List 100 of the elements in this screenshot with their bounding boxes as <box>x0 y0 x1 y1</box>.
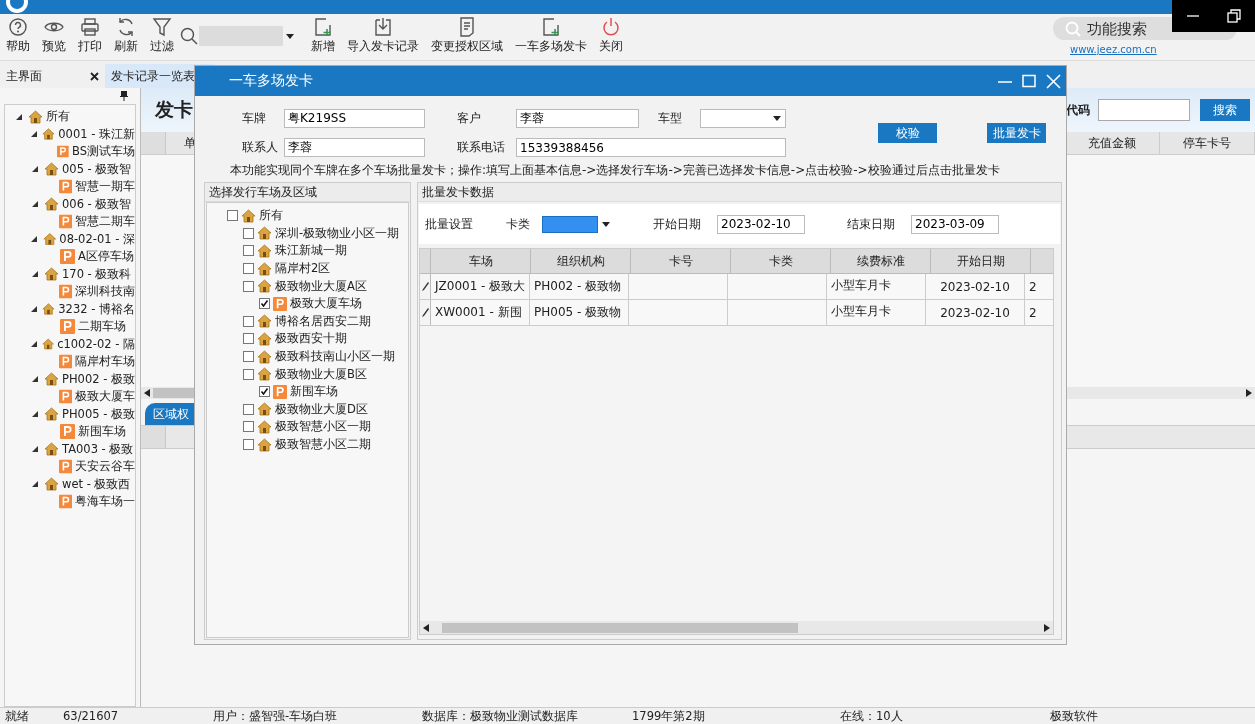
tree-item[interactable]: TA003 - 极致 <box>62 441 134 457</box>
scrollbar-thumb[interactable] <box>442 622 798 633</box>
tree-item[interactable]: 二期车场 <box>78 319 126 335</box>
scroll-right-icon[interactable] <box>1246 389 1252 397</box>
tree-item[interactable]: 深圳科技南 <box>75 284 135 300</box>
expanded-arrow-icon[interactable] <box>32 376 38 383</box>
expanded-arrow-icon[interactable] <box>31 306 38 313</box>
checkbox[interactable] <box>243 280 254 292</box>
tree-item[interactable]: 智慧二期车 <box>75 214 135 230</box>
close-icon[interactable] <box>90 71 99 81</box>
column-header[interactable]: 卡类 <box>731 249 831 273</box>
tree-item[interactable]: 极致物业大厦A区 <box>275 278 367 294</box>
tree-item[interactable]: A区停车场 <box>78 249 134 265</box>
expanded-arrow-icon[interactable] <box>16 113 22 120</box>
scroll-right-icon[interactable] <box>1044 623 1050 632</box>
tree-item[interactable]: 006 - 极致智 <box>62 196 132 212</box>
expanded-arrow-icon[interactable] <box>32 481 38 488</box>
tree-item[interactable]: 170 - 极致科 <box>62 266 132 282</box>
tree-item[interactable]: 博裕名居西安二期 <box>275 313 371 329</box>
tree-item[interactable]: BS测试车场 <box>72 144 135 160</box>
tree-item[interactable]: 新围车场 <box>290 384 338 400</box>
start-date-field[interactable]: 2023-02-10 <box>717 214 805 234</box>
tree-item[interactable]: 所有 <box>46 109 70 125</box>
maximize-icon[interactable] <box>1022 74 1036 88</box>
tree-item[interactable]: 珠江新城一期 <box>275 243 347 259</box>
expanded-arrow-icon[interactable] <box>31 236 38 243</box>
checkbox[interactable] <box>243 368 254 380</box>
checkbox[interactable] <box>243 315 254 327</box>
expanded-arrow-icon[interactable] <box>32 201 38 208</box>
column-header[interactable]: 车场 <box>431 249 531 273</box>
tree-item[interactable]: 极致大厦车场 <box>290 296 362 312</box>
tree-item[interactable]: 极致物业大厦D区 <box>275 401 368 417</box>
checkbox[interactable] <box>243 439 254 450</box>
tree-item[interactable]: 隔岸村2区 <box>275 261 331 277</box>
batch-issue-button[interactable]: 批量发卡 <box>987 123 1046 143</box>
expanded-arrow-icon[interactable] <box>32 271 38 278</box>
tree-item[interactable]: 深圳-极致物业小区一期 <box>275 225 400 241</box>
toolbar-button[interactable]: 预览 <box>36 14 72 58</box>
column-header[interactable]: 组织机构 <box>531 249 631 273</box>
toolbar-button[interactable]: 变更授权区域 <box>425 14 509 58</box>
checkbox[interactable] <box>243 351 254 363</box>
checkbox[interactable] <box>243 227 254 239</box>
toolbar-button[interactable]: 过滤 <box>144 14 180 58</box>
checkbox[interactable] <box>243 333 254 345</box>
horizontal-scrollbar[interactable] <box>420 621 1053 634</box>
checkbox[interactable] <box>259 298 270 310</box>
column-header[interactable]: 停车卡号 <box>1160 132 1255 154</box>
tree-item[interactable]: 极致物业大厦B区 <box>275 366 367 382</box>
checkbox[interactable] <box>243 403 254 415</box>
scroll-left-icon[interactable] <box>423 623 429 632</box>
tree-item[interactable]: 新围车场 <box>78 424 126 440</box>
toolbar-button[interactable]: 刷新 <box>108 14 144 58</box>
code-input-field[interactable] <box>1098 99 1190 121</box>
expanded-arrow-icon[interactable] <box>32 446 38 453</box>
tree-item[interactable]: 005 - 极致智 <box>62 161 132 177</box>
tree-item[interactable]: 智慧一期车 <box>75 179 135 195</box>
checkbox[interactable] <box>243 245 254 257</box>
contact-input-field[interactable]: 李蓉 <box>284 138 425 157</box>
tree-item[interactable]: 所有 <box>259 208 283 224</box>
end-date-field[interactable]: 2023-03-09 <box>911 214 999 234</box>
expanded-arrow-icon[interactable] <box>31 131 38 138</box>
expanded-arrow-icon[interactable] <box>32 166 38 173</box>
toolbar-button[interactable]: 导入发卡记录 <box>341 14 425 58</box>
column-header[interactable]: 开始日期 <box>931 249 1031 273</box>
expanded-arrow-icon[interactable] <box>32 411 38 418</box>
expanded-arrow-icon[interactable] <box>30 341 37 348</box>
tree-item[interactable]: c1002-02 - 隔 <box>57 336 135 352</box>
toolbar-button[interactable]: 帮助 <box>0 14 36 58</box>
tree-item[interactable]: PH002 - 极致 <box>62 371 135 387</box>
tree-item[interactable]: 08-02-01 - 深 <box>59 231 135 247</box>
tree-item[interactable]: 粤海车场一 <box>75 494 135 510</box>
tree-item[interactable]: 3232 - 博裕名 <box>58 301 135 317</box>
checkbox[interactable] <box>243 263 254 275</box>
checkbox[interactable] <box>243 421 254 433</box>
tree-item[interactable]: 极致科技南山小区一期 <box>275 349 395 365</box>
plate-input-field[interactable]: 粤K219SS <box>284 109 425 128</box>
tree-item[interactable]: 0001 - 珠江新 <box>58 126 135 142</box>
toolbar-button[interactable]: 打印 <box>72 14 108 58</box>
card-type-dropdown[interactable] <box>542 215 613 233</box>
tree-item[interactable]: 隔岸村车场 <box>75 354 135 370</box>
phone-input-field[interactable]: 15339388456 <box>516 138 786 157</box>
toolbar-button[interactable]: 新增 <box>305 14 341 58</box>
restore-icon[interactable] <box>1227 9 1242 23</box>
tree-item[interactable]: 极致智慧小区二期 <box>275 437 371 452</box>
checkbox[interactable] <box>259 386 270 398</box>
tree-item[interactable]: 极致西安十期 <box>275 331 347 347</box>
pin-icon[interactable] <box>120 91 128 101</box>
tree-item[interactable]: 极致大厦车 <box>75 389 135 405</box>
toolbar-button[interactable]: 一车多场发卡 <box>509 14 593 58</box>
tree-item[interactable]: 天安云谷车 <box>75 459 135 475</box>
tree-item[interactable]: PH005 - 极致 <box>62 406 135 422</box>
toolbar-button[interactable]: 关闭 <box>593 14 629 58</box>
checkbox[interactable] <box>227 210 238 222</box>
verify-button[interactable]: 校验 <box>878 123 937 143</box>
website-link[interactable]: www.jeez.com.cn <box>1070 44 1157 55</box>
column-header[interactable]: 卡号 <box>631 249 731 273</box>
tree-item[interactable]: wet - 极致西 <box>62 476 131 492</box>
search-button[interactable]: 搜索 <box>1200 99 1250 121</box>
tree-item[interactable]: 极致智慧小区一期 <box>275 419 371 435</box>
customer-input-field[interactable]: 李蓉 <box>516 109 639 128</box>
